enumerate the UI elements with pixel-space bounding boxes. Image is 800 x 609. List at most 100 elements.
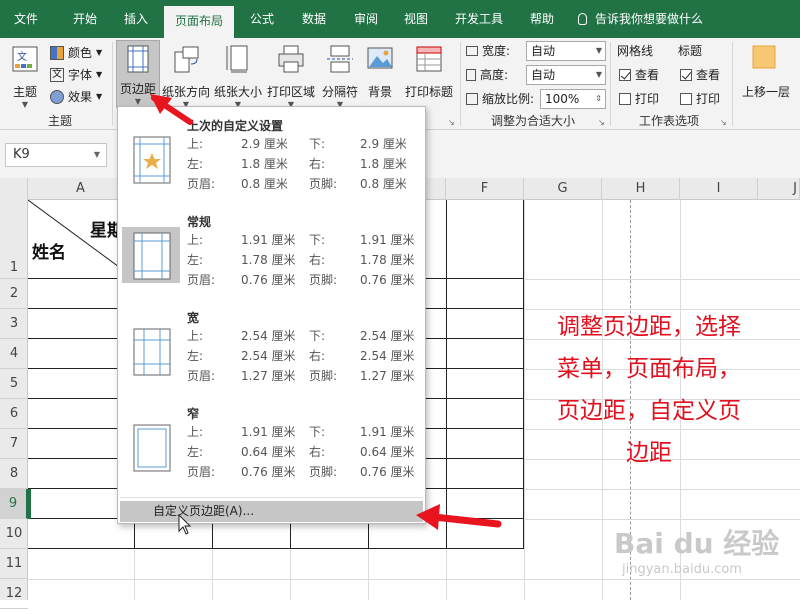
margin-value-top: 2.54 厘米 — [241, 329, 296, 343]
column-header-g[interactable]: G — [524, 178, 602, 200]
chevron-down-icon: ▼ — [595, 70, 602, 79]
fonts-button[interactable]: 文字体 ▼ — [50, 66, 102, 83]
effects-label: 效果 — [68, 90, 93, 104]
breaks-button[interactable]: 分隔符 ▼ — [320, 44, 360, 109]
lightbulb-icon — [578, 13, 587, 25]
tab-formulas[interactable]: 公式 — [240, 0, 284, 38]
column-header-h[interactable]: H — [602, 178, 680, 200]
margin-label-header: 页眉: — [187, 273, 216, 287]
checkbox-icon — [619, 92, 631, 105]
effects-icon — [50, 89, 64, 104]
margin-value-header: 0.76 厘米 — [241, 273, 296, 287]
custom-margins-item[interactable]: 自定义页边距(A)... — [120, 501, 423, 522]
mouse-cursor-icon — [178, 514, 192, 535]
page-size-icon — [226, 45, 248, 73]
margin-label-footer: 页脚: — [309, 177, 338, 191]
gridlines-view-checkbox[interactable]: 查看 — [619, 66, 659, 83]
row-header-12[interactable]: 12 — [0, 579, 28, 609]
orientation-icon — [174, 46, 199, 73]
print-area-button[interactable]: 打印区域 ▼ — [266, 44, 316, 109]
name-box[interactable]: K9 ▼ — [5, 143, 107, 167]
page-break-icon — [327, 45, 353, 73]
red-arrow-pointer-icon — [150, 94, 193, 125]
tab-page-layout[interactable]: 页面布局 — [164, 6, 234, 38]
margin-label-right: 右: — [309, 253, 326, 267]
margin-value-top: 1.91 厘米 — [241, 425, 296, 439]
tab-insert[interactable]: 插入 — [114, 0, 158, 38]
row-header-5[interactable]: 5 — [0, 369, 28, 399]
column-header-i[interactable]: I — [680, 178, 758, 200]
width-dropdown[interactable]: 自动 ▼ — [526, 41, 606, 61]
active-cell-indicator — [28, 489, 31, 519]
row-header-2[interactable]: 2 — [0, 279, 28, 309]
print-titles-button[interactable]: 打印标题 — [402, 44, 456, 100]
background-button[interactable]: 背景 — [362, 44, 398, 100]
margin-value-right: 2.54 厘米 — [360, 349, 415, 363]
margin-value-left: 0.64 厘米 — [241, 445, 296, 459]
red-arrow-pointer-icon — [416, 504, 502, 530]
themes-label: 主题 — [12, 85, 37, 99]
tab-developer[interactable]: 开发工具 — [446, 0, 512, 38]
size-label: 纸张大小 — [214, 85, 263, 99]
margin-label-bottom: 下: — [309, 137, 326, 151]
chevron-down-icon: ▼ — [595, 46, 602, 55]
colors-button[interactable]: 颜色 ▼ — [50, 44, 102, 61]
separator — [610, 42, 611, 126]
annotation-line-2: 菜单，页面布局， — [557, 356, 741, 382]
gridline — [28, 579, 800, 580]
gridline — [368, 549, 369, 600]
scale-spinner[interactable]: 100% ⇕ — [540, 89, 606, 109]
row-header-1[interactable]: 1 — [0, 200, 28, 279]
checkbox-checked-icon — [680, 68, 692, 81]
scale-row: 缩放比例: — [466, 90, 534, 107]
tab-file[interactable]: 文件 — [4, 0, 48, 38]
margin-label-footer: 页脚: — [309, 273, 338, 287]
dialog-launcher-icon[interactable]: ↘ — [720, 118, 727, 127]
themes-button[interactable]: 文 主题 ▼ — [6, 44, 44, 109]
select-all-corner[interactable] — [0, 178, 28, 200]
margin-value-bottom: 2.54 厘米 — [360, 329, 415, 343]
tab-data[interactable]: 数据 — [292, 0, 336, 38]
theme-group-label: 主题 — [47, 114, 72, 128]
tab-help[interactable]: 帮助 — [520, 0, 564, 38]
row-header-7[interactable]: 7 — [0, 429, 28, 459]
dialog-launcher-icon[interactable]: ↘ — [598, 118, 605, 127]
tab-view[interactable]: 视图 — [394, 0, 438, 38]
row-header-9-selected[interactable]: 9 — [0, 489, 28, 519]
margin-value-header: 0.76 厘米 — [241, 465, 296, 479]
height-label: 高度: — [480, 68, 509, 82]
column-header-f[interactable]: F — [446, 178, 524, 200]
margin-label-header: 页眉: — [187, 177, 216, 191]
headings-view-checkbox[interactable]: 查看 — [680, 66, 720, 83]
bring-forward-button[interactable]: 上移一层 — [738, 44, 794, 100]
margin-label-bottom: 下: — [309, 233, 326, 247]
gridlines-print-checkbox[interactable]: 打印 — [619, 90, 659, 107]
height-dropdown[interactable]: 自动 ▼ — [526, 65, 606, 85]
tab-home[interactable]: 开始 — [60, 0, 110, 38]
row-header-6[interactable]: 6 — [0, 399, 28, 429]
row-header-8[interactable]: 8 — [0, 459, 28, 489]
gridline — [290, 549, 291, 600]
print-titles-label: 打印标题 — [404, 85, 453, 99]
tell-me-search[interactable]: 告诉我你想要做什么 — [578, 0, 738, 38]
margin-label-left: 左: — [187, 157, 204, 171]
row-header-3[interactable]: 3 — [0, 309, 28, 339]
margin-value-right: 1.78 厘米 — [360, 253, 415, 267]
row-header-4[interactable]: 4 — [0, 339, 28, 369]
sheet-options-group-label: 工作表选项 — [638, 114, 699, 128]
effects-button[interactable]: 效果 ▼ — [50, 88, 102, 105]
option-title: 上次的自定义设置 — [187, 119, 284, 133]
spinner-icon: ⇕ — [595, 94, 602, 103]
row-header-10[interactable]: 10 — [0, 519, 28, 549]
row-header-11[interactable]: 11 — [0, 549, 28, 579]
annotation-line-3: 页边距，自定义页 — [557, 398, 741, 424]
margin-label-footer: 页脚: — [309, 369, 338, 383]
margin-label-header: 页眉: — [187, 465, 216, 479]
tab-review[interactable]: 审阅 — [344, 0, 388, 38]
margin-label-right: 右: — [309, 445, 326, 459]
dialog-launcher-icon[interactable]: ↘ — [448, 118, 455, 127]
headings-print-checkbox[interactable]: 打印 — [680, 90, 720, 107]
size-button[interactable]: 纸张大小 ▼ — [214, 44, 262, 109]
column-header-j[interactable]: J — [758, 178, 800, 200]
margin-label-top: 上: — [187, 329, 204, 343]
